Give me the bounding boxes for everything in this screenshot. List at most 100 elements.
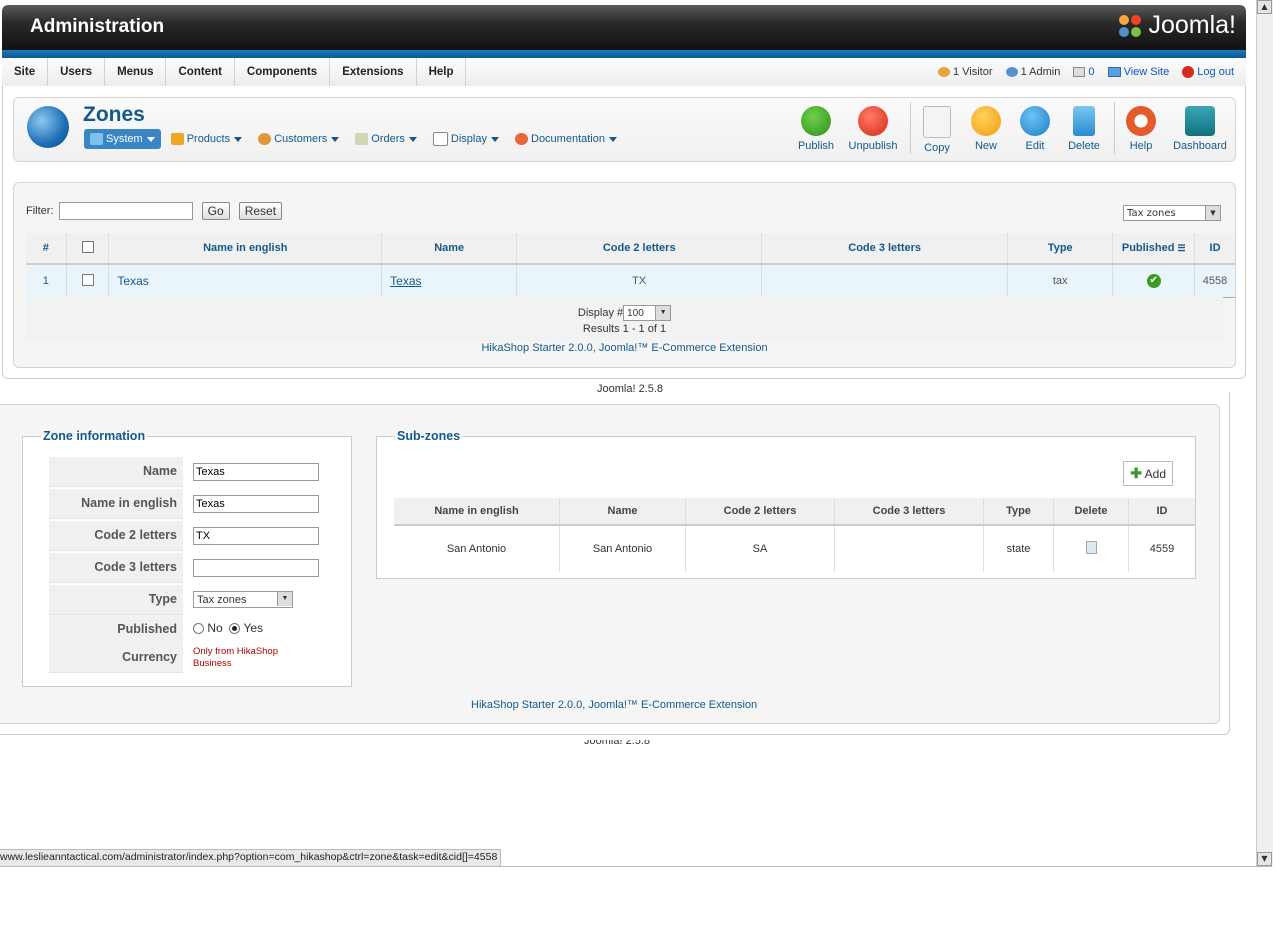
submenu-products[interactable]: Products xyxy=(165,129,248,149)
help-button[interactable]: Help xyxy=(1125,104,1157,152)
subzones-legend: Sub-zones xyxy=(397,429,461,443)
row-code3 xyxy=(761,264,1009,298)
publish-button[interactable]: Publish xyxy=(794,104,838,152)
published-yes-radio[interactable] xyxy=(229,623,241,635)
sub-col-type: Type xyxy=(983,498,1054,526)
col-type[interactable]: Type xyxy=(1007,233,1114,265)
trash-icon xyxy=(1085,541,1097,554)
name-english-input[interactable] xyxy=(193,495,319,513)
reset-button[interactable]: Reset xyxy=(238,202,283,220)
col-code2[interactable]: Code 2 letters xyxy=(516,233,763,265)
col-name-english[interactable]: Name in english xyxy=(108,233,383,265)
name-input[interactable] xyxy=(193,463,319,481)
menu-menus[interactable]: Menus xyxy=(105,58,167,86)
submenu-documentation[interactable]: Documentation xyxy=(509,129,623,149)
menu-site[interactable]: Site xyxy=(2,58,49,86)
results-count: Results 1 - 1 of 1 xyxy=(582,323,667,335)
zones-list-panel: Filter: Go Reset Tax zones ▼ # Name in en… xyxy=(13,182,1236,368)
filter-input[interactable] xyxy=(58,202,193,220)
logout-icon xyxy=(1182,66,1195,79)
menu-help[interactable]: Help xyxy=(417,58,467,86)
menu-content[interactable]: Content xyxy=(166,58,235,86)
field-code3: Code 3 letters xyxy=(49,553,319,583)
col-name[interactable]: Name xyxy=(381,233,518,265)
products-icon xyxy=(170,133,184,146)
unpublish-button[interactable]: Unpublish xyxy=(846,104,900,152)
col-number: # xyxy=(26,233,67,265)
edit-icon xyxy=(1020,106,1050,136)
go-button[interactable]: Go xyxy=(201,202,230,220)
customers-icon xyxy=(258,133,272,146)
vertical-scrollbar[interactable]: ▲ ▼ xyxy=(1256,0,1273,866)
submenu-orders[interactable]: Orders xyxy=(349,129,423,149)
sub-row-code2: SA xyxy=(685,525,835,572)
row-checkbox[interactable] xyxy=(66,264,110,298)
new-button[interactable]: New xyxy=(970,104,1002,152)
add-subzone-button[interactable]: ✚ Add xyxy=(1123,461,1173,486)
submenu-customers[interactable]: Customers xyxy=(252,129,345,149)
row-name-link[interactable]: Texas xyxy=(381,264,518,298)
code3-input[interactable] xyxy=(193,559,319,577)
top-menu-bar: Site Users Menus Content Components Exte… xyxy=(2,58,1246,87)
new-icon xyxy=(971,106,1001,136)
sub-col-name-english: Name in english xyxy=(394,498,560,526)
row-number: 1 xyxy=(26,264,67,298)
sub-col-delete: Delete xyxy=(1053,498,1129,526)
submenu-system[interactable]: System xyxy=(84,129,161,149)
col-id[interactable]: ID xyxy=(1194,233,1235,265)
add-icon: ✚ xyxy=(1130,465,1142,481)
messages-count: 0 xyxy=(1088,66,1095,78)
messages-status[interactable]: 0 xyxy=(1073,66,1095,78)
sub-row-code3 xyxy=(834,525,984,572)
trash-icon xyxy=(1073,106,1095,136)
table-row: 1 Texas Texas TX tax ✔ 4558 xyxy=(26,264,1235,298)
scroll-up-arrow-icon[interactable]: ▲ xyxy=(1257,0,1272,14)
filter-bar: Filter: Go Reset xyxy=(26,202,283,220)
edit-hikashop-credit-link[interactable]: HikaShop Starter 2.0.0, Joomla!™ E-Comme… xyxy=(471,699,757,711)
field-published: Published No Yes xyxy=(49,615,319,645)
published-no-radio[interactable] xyxy=(193,623,204,635)
row-name-english-link[interactable]: Texas xyxy=(108,264,383,298)
view-site-link[interactable]: View Site xyxy=(1107,66,1169,78)
submenu-display[interactable]: Display xyxy=(427,129,505,149)
display-count: Display #100 ▼ xyxy=(26,305,1223,321)
status-bar-url: www.leslieanntactical.com/administrator/… xyxy=(0,849,502,867)
sort-icon: ☰ xyxy=(1177,243,1186,253)
col-checkall[interactable] xyxy=(66,233,110,265)
visitor-icon xyxy=(937,67,950,78)
display-count-select[interactable]: 100 ▼ xyxy=(623,305,672,321)
dashboard-icon xyxy=(1185,106,1215,136)
zone-type-filter-select[interactable]: Tax zones ▼ xyxy=(1123,205,1221,221)
page-toolbar: Zones System Products Customers Orders D… xyxy=(13,97,1236,162)
sub-col-code3: Code 3 letters xyxy=(834,498,984,526)
menu-extensions[interactable]: Extensions xyxy=(330,58,417,86)
joomla-logo-icon xyxy=(1119,15,1142,38)
toolbar-separator xyxy=(910,102,911,154)
scroll-down-arrow-icon[interactable]: ▼ xyxy=(1257,852,1272,866)
hikashop-credit-link[interactable]: HikaShop Starter 2.0.0, Joomla!™ E-Comme… xyxy=(26,342,1223,354)
header-accent-bar xyxy=(2,50,1246,58)
type-select[interactable]: Tax zones ▼ xyxy=(193,591,293,608)
field-code2: Code 2 letters xyxy=(49,521,319,551)
menu-users[interactable]: Users xyxy=(48,58,106,86)
col-published[interactable]: Published ☰ xyxy=(1112,233,1196,265)
col-code3[interactable]: Code 3 letters xyxy=(761,233,1009,265)
row-id: 4558 xyxy=(1194,264,1235,298)
edit-button[interactable]: Edit xyxy=(1019,104,1051,152)
logout-link[interactable]: Log out xyxy=(1182,66,1234,79)
delete-button[interactable]: Delete xyxy=(1067,104,1101,152)
hikashop-submenu: System Products Customers Orders Display… xyxy=(84,129,627,149)
orders-icon xyxy=(355,133,369,146)
row-published-toggle[interactable]: ✔ xyxy=(1112,264,1196,298)
status-area: 1 Visitor 1 Admin 0 View Site Log out xyxy=(928,58,1234,86)
sub-col-id: ID xyxy=(1128,498,1195,526)
sub-row-delete[interactable] xyxy=(1053,525,1129,572)
currency-note: Only from HikaShop Business xyxy=(193,646,279,669)
dashboard-button[interactable]: Dashboard xyxy=(1171,104,1229,152)
zone-information-fieldset: Zone information Name Name in english Co… xyxy=(22,429,352,687)
code2-input[interactable] xyxy=(193,527,319,545)
subzones-table: Name in english Name Code 2 letters Code… xyxy=(394,498,1195,572)
menu-components[interactable]: Components xyxy=(235,58,331,86)
copy-button[interactable]: Copy xyxy=(921,104,953,154)
check-all-checkbox xyxy=(81,240,94,253)
